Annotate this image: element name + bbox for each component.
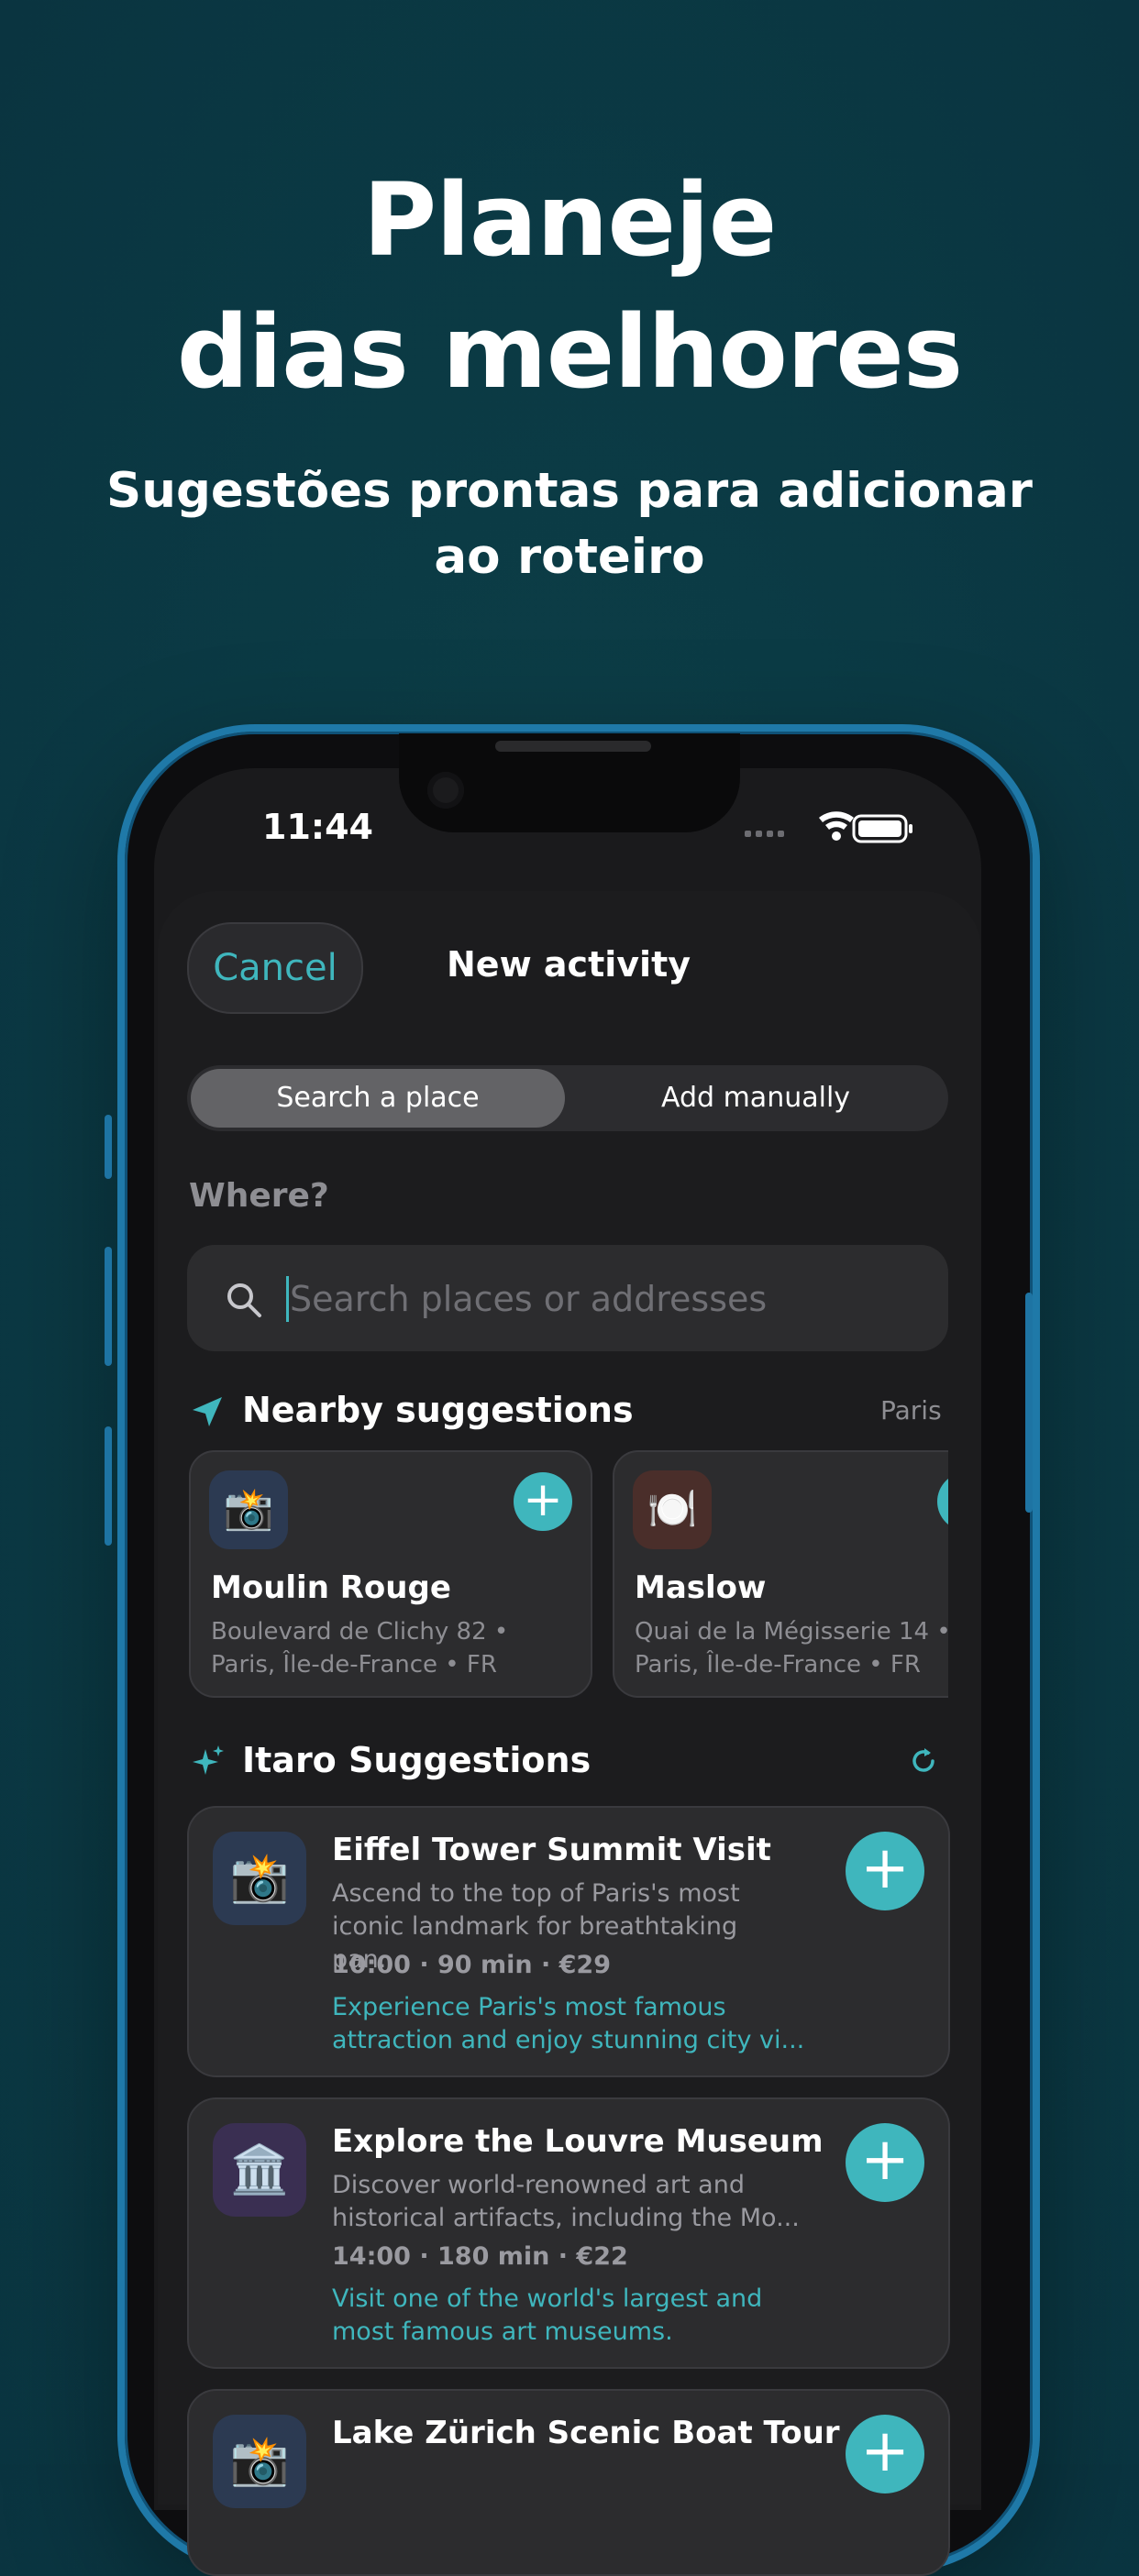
status-icons [745,811,912,843]
museum-icon: 🏛️ [213,2123,306,2217]
add-button[interactable]: + [846,2415,924,2493]
cellular-signal-icon [745,831,784,837]
hero-subtitle: Sugestões prontas para adicionar ao rote… [106,463,1033,585]
camera-icon: 📸 [213,2415,306,2508]
suggestion-card[interactable]: 📸 Lake Zürich Scenic Boat Tour + [187,2389,950,2576]
add-button[interactable]: + [846,2123,924,2202]
suggestion-reason: Experience Paris's most famous attractio… [332,1993,805,2054]
cancel-button[interactable]: Cancel [187,922,363,1014]
suggestion-title: Explore the Louvre Museum [332,2123,824,2160]
place-name: Maslow [635,1569,767,1606]
add-button[interactable]: + [937,1472,948,1531]
place-address: Boulevard de Clichy 82 • Paris, Île-de-F… [211,1618,509,1679]
hero-title: Planeje dias melhores [0,154,1139,418]
suggestion-reason: Visit one of the world's largest and mos… [332,2284,763,2346]
phone-volume-down [105,1426,112,1546]
where-label: Where? [189,1177,329,1215]
plate-icon: 🍽️ [633,1470,712,1549]
place-name: Moulin Rouge [211,1569,451,1606]
phone-volume-up [105,1247,112,1366]
camera-icon: 📸 [209,1470,288,1549]
battery-icon [852,814,912,843]
status-time: 11:44 [262,807,373,847]
tab-add-manually[interactable]: Add manually [567,1069,945,1128]
sparkles-icon [193,1745,224,1775]
search-field[interactable] [187,1245,948,1351]
wifi-icon [819,811,854,841]
hero-title-line1: Planeje [362,161,778,279]
nearby-carousel[interactable]: 📸 + Moulin Rouge Boulevard de Clichy 82 … [189,1450,948,1700]
suggestion-card[interactable]: 📸 Eiffel Tower Summit Visit Ascend to th… [187,1806,950,2077]
refresh-icon[interactable] [908,1745,939,1777]
sheet-title: New activity [447,944,691,985]
suggestion-title: Lake Zürich Scenic Boat Tour [332,2415,840,2451]
itaro-heading: Itaro Suggestions [242,1740,592,1780]
search-input[interactable] [288,1271,915,1327]
nearby-card[interactable]: 🍽️ + Maslow Quai de la Mégisserie 14 • P… [613,1450,948,1698]
hero-title-line2: dias melhores [176,293,964,411]
tab-search-a-place[interactable]: Search a place [191,1069,565,1128]
suggestion-card[interactable]: 🏛️ Explore the Louvre Museum Discover wo… [187,2097,950,2369]
add-button[interactable]: + [514,1472,572,1531]
camera-icon: 📸 [213,1832,306,1925]
search-icon [227,1283,261,1317]
nearby-card[interactable]: 📸 + Moulin Rouge Boulevard de Clichy 82 … [189,1450,592,1698]
nearby-city[interactable]: Paris [880,1395,942,1426]
nearby-heading: Nearby suggestions [242,1390,634,1430]
location-arrow-icon [193,1397,222,1426]
mode-segmented-control: Search a place Add manually [187,1065,948,1131]
suggestion-meta: 14:00 · 180 min · €22 [332,2242,628,2271]
place-address: Quai de la Mégisserie 14 • Paris, Île-de… [635,1618,948,1679]
phone-silent-switch [105,1115,112,1179]
phone-speaker [495,741,651,752]
phone-power-button [1025,1293,1033,1513]
suggestion-description: Discover world-renowned art and historic… [332,2171,800,2232]
suggestion-meta: 10:00 · 90 min · €29 [332,1951,612,1979]
add-button[interactable]: + [846,1832,924,1910]
front-camera [427,772,464,809]
suggestion-title: Eiffel Tower Summit Visit [332,1832,771,1868]
